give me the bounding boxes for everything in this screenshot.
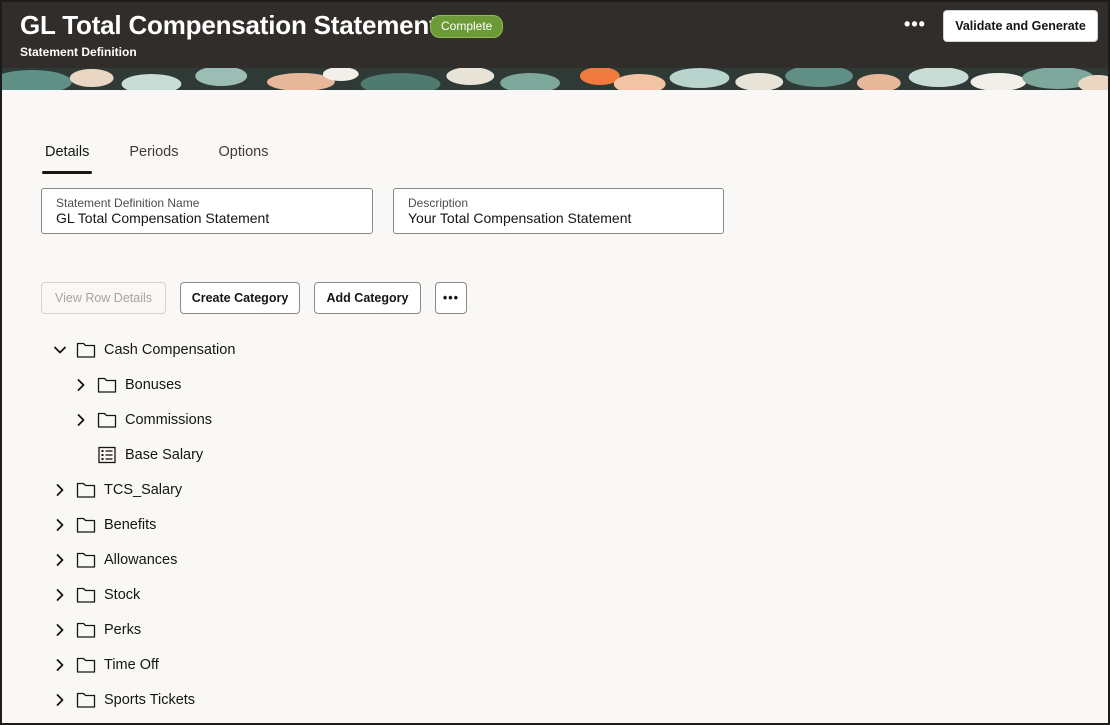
folder-icon [76,656,96,674]
tree-row-label: Commissions [125,412,213,428]
tree-row-label: Allowances [104,552,178,568]
tree-row-label: Bonuses [125,377,182,393]
folder-icon [97,411,117,429]
create-category-button[interactable]: Create Category [180,282,300,314]
folder-icon [76,551,96,569]
tree-row[interactable]: Benefits [52,512,156,538]
status-badge: Complete [430,15,504,38]
folder-icon [76,341,96,359]
folder-icon [97,376,117,394]
tree-row[interactable]: Stock [52,582,140,608]
tree-row[interactable]: Sports Tickets [52,687,195,713]
page-frame: GL Total Compensation Statement Complete… [0,0,1110,725]
tree-row[interactable]: Base Salary [73,442,203,468]
tab-bar: Details Periods Options [42,144,305,176]
page-header: GL Total Compensation Statement Complete… [2,2,1108,90]
header-more-actions-button[interactable]: ••• [900,14,930,38]
list-icon [97,446,117,464]
tree-row-label: Stock [104,587,141,603]
folder-icon [76,691,96,709]
tree-row[interactable]: Perks [52,617,141,643]
field-value: GL Total Compensation Statement [56,210,270,226]
tree-row[interactable]: Allowances [52,547,177,573]
tree-row[interactable]: TCS_Salary [52,477,182,503]
tree-row[interactable]: Time Off [52,652,159,678]
folder-icon [76,586,96,604]
page-title: GL Total Compensation Statement [20,10,438,40]
folder-icon [76,516,96,534]
chevron-right-icon[interactable] [73,412,89,428]
chevron-right-icon[interactable] [73,377,89,393]
tree-row-label: Perks [104,622,142,638]
tree-row-label: Cash Compensation [104,342,236,358]
chevron-right-icon[interactable] [52,657,68,673]
tree-row-label: Sports Tickets [104,692,196,708]
add-category-button[interactable]: Add Category [314,282,421,314]
tree-row[interactable]: Commissions [73,407,212,433]
toolbar-more-actions-button[interactable]: ••• [435,282,467,314]
field-label: Description [408,196,469,210]
chevron-right-icon[interactable] [52,482,68,498]
chevron-right-icon[interactable] [52,517,68,533]
tab-options[interactable]: Options [216,144,272,174]
folder-icon [76,621,96,639]
tab-periods[interactable]: Periods [126,144,181,174]
chevron-right-icon[interactable] [52,692,68,708]
chevron-right-icon[interactable] [52,622,68,638]
header-decorative-banner [2,68,1108,90]
folder-icon [76,481,96,499]
view-row-details-button[interactable]: View Row Details [41,282,166,314]
field-value: Your Total Compensation Statement [408,210,632,226]
description-field[interactable]: Description Your Total Compensation Stat… [393,188,724,234]
chevron-down-icon[interactable] [52,342,68,358]
tree-row[interactable]: Cash Compensation [52,337,235,363]
tree-row-label: Time Off [104,657,159,673]
page-subtitle: Statement Definition [20,45,137,59]
tab-details[interactable]: Details [42,144,93,174]
field-label: Statement Definition Name [56,196,200,210]
tree-row-label: Base Salary [125,447,204,463]
chevron-right-icon[interactable] [52,587,68,603]
tree-row-label: TCS_Salary [104,482,183,498]
tree-row[interactable]: Bonuses [73,372,181,398]
tree-row-label: Benefits [104,517,157,533]
chevron-right-icon[interactable] [52,552,68,568]
validate-and-generate-button[interactable]: Validate and Generate [943,10,1098,42]
statement-definition-name-field[interactable]: Statement Definition Name GL Total Compe… [41,188,373,234]
